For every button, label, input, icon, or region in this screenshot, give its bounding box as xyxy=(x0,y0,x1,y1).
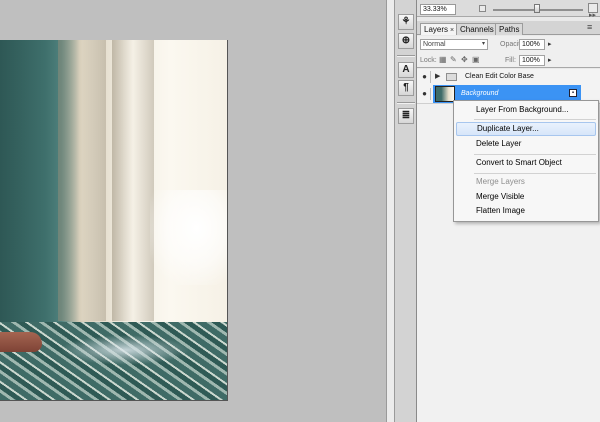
folder-icon xyxy=(446,73,457,81)
image-foot xyxy=(0,332,42,352)
tab-close-icon[interactable]: × xyxy=(450,27,454,34)
tab-channels[interactable]: Channels xyxy=(456,23,498,35)
lock-all-icon[interactable]: ▣ xyxy=(472,56,480,64)
menu-item-merge-layers: Merge Layers xyxy=(476,177,525,186)
document-image[interactable] xyxy=(0,40,228,401)
lock-options-row: Lock: ▦ ✎ ✥ ▣ Fill: 100% ▸ xyxy=(417,52,600,68)
fill-slider-arrow-icon[interactable]: ▸ xyxy=(548,56,552,64)
layer-thumbnail xyxy=(435,86,455,102)
lock-label: Lock: xyxy=(420,57,437,64)
menu-item-merge-visible[interactable]: Merge Visible xyxy=(454,190,598,204)
layer-name: Background xyxy=(461,90,499,97)
blend-mode-select[interactable]: Normal ▾ xyxy=(420,39,488,50)
lock-icon: ▪ xyxy=(569,89,577,97)
panel-dock-strip: ⚘ ⊕ A ¶ ≣ xyxy=(395,0,417,422)
layer-context-menu: Layer From Background... Duplicate Layer… xyxy=(453,100,599,222)
menu-item-convert-to-smart-object[interactable]: Convert to Smart Object xyxy=(454,156,598,170)
eye-icon[interactable]: ● xyxy=(419,71,431,83)
layer-name: Clean Edit Color Base xyxy=(465,73,534,80)
document-canvas-area[interactable] xyxy=(0,0,386,422)
blend-mode-value: Normal xyxy=(423,41,446,48)
panel-menu-icon[interactable]: ≡ xyxy=(587,23,592,32)
zoom-out-icon[interactable] xyxy=(479,5,486,12)
fill-field[interactable]: 100% xyxy=(519,55,545,66)
tool-divider xyxy=(397,55,415,57)
chevron-down-icon: ▾ xyxy=(481,41,485,47)
tab-layers-label: Layers xyxy=(424,25,449,34)
lock-position-icon[interactable]: ✥ xyxy=(461,56,468,64)
menu-item-delete-layer[interactable]: Delete Layer xyxy=(454,137,598,151)
paragraph-panel-icon[interactable]: ¶ xyxy=(398,80,414,96)
tool-divider xyxy=(397,102,415,104)
eye-icon[interactable]: ● xyxy=(419,88,431,100)
clone-stamp-icon[interactable]: ⊕ xyxy=(398,33,414,49)
menu-item-layer-from-background[interactable]: Layer From Background... xyxy=(454,103,598,117)
opacity-field[interactable]: 100% xyxy=(519,39,545,50)
lock-pixels-icon[interactable]: ✎ xyxy=(450,56,457,64)
brush-tool-icon[interactable]: ⚘ xyxy=(398,14,414,30)
menu-item-flatten-image[interactable]: Flatten Image xyxy=(454,204,598,218)
panel-splitter[interactable] xyxy=(386,0,395,422)
menu-separator xyxy=(474,119,596,120)
tab-paths[interactable]: Paths xyxy=(495,23,524,35)
zoom-level-field[interactable]: 33.33% xyxy=(420,4,456,15)
expand-triangle-icon[interactable]: ▶ xyxy=(435,72,440,80)
collapse-arrows-icon[interactable]: ▸▸ xyxy=(589,11,596,19)
fill-label: Fill: xyxy=(505,57,516,64)
panel-tab-row: Layers × Channels Paths xyxy=(417,21,600,35)
tab-layers[interactable]: Layers × xyxy=(420,23,459,35)
layer-comps-icon[interactable]: ≣ xyxy=(398,108,414,124)
menu-separator xyxy=(474,154,596,155)
zoom-slider-thumb[interactable] xyxy=(534,4,540,13)
image-bed-light xyxy=(60,335,190,365)
lock-transparency-icon[interactable]: ▦ xyxy=(439,56,447,64)
image-window-light xyxy=(150,190,227,285)
character-panel-icon[interactable]: A xyxy=(398,62,414,78)
menu-separator xyxy=(474,173,596,174)
opacity-slider-arrow-icon[interactable]: ▸ xyxy=(548,40,552,48)
navigator-zoom-bar: 33.33% xyxy=(417,0,600,17)
blend-options-row: Normal ▾ Opacity: 100% ▸ xyxy=(417,36,600,52)
tab-paths-label: Paths xyxy=(499,25,520,34)
image-curtain-right xyxy=(112,40,154,321)
layer-row-group[interactable]: ● ▶ Clean Edit Color Base xyxy=(417,69,600,85)
image-curtain-left xyxy=(58,40,106,321)
tab-channels-label: Channels xyxy=(460,25,494,34)
menu-item-duplicate-layer[interactable]: Duplicate Layer... xyxy=(456,122,596,136)
